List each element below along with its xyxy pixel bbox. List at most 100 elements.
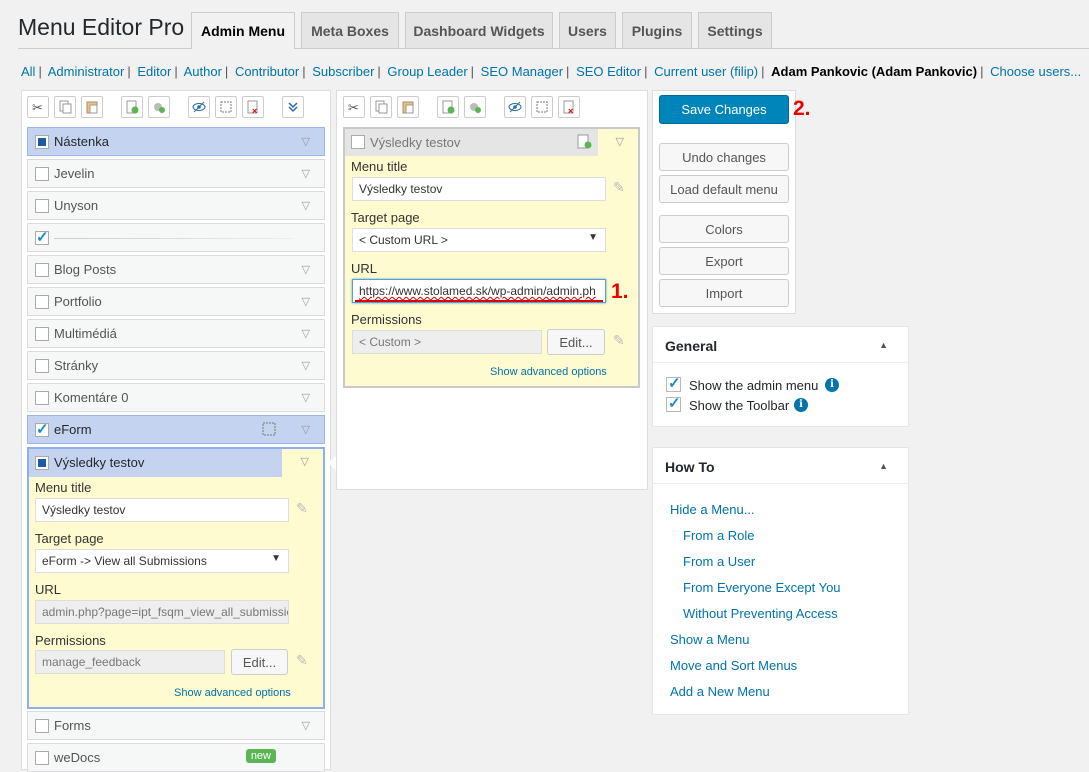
select-all-icon[interactable] — [215, 96, 237, 118]
menu-item-checkbox[interactable] — [35, 359, 49, 373]
howto-link-from-role[interactable]: From a Role — [683, 528, 755, 543]
menu-item-checkbox[interactable] — [35, 327, 49, 341]
menu-item-unyson[interactable]: Unyson ▽ — [27, 191, 325, 220]
hide-icon[interactable] — [188, 96, 210, 118]
new-menu-icon[interactable] — [437, 96, 459, 118]
menu-item-checkbox[interactable] — [35, 167, 49, 181]
collapse-arrow-icon[interactable]: ▲ — [879, 340, 888, 350]
expand-triangle-icon[interactable]: ▽ — [302, 327, 310, 340]
copy-icon[interactable] — [370, 96, 392, 118]
menu-item-jevelin[interactable]: Jevelin ▽ — [27, 159, 325, 188]
expand-triangle-icon[interactable]: ▽ — [302, 167, 310, 180]
new-menu-icon[interactable] — [121, 96, 143, 118]
howto-link-move-sort[interactable]: Move and Sort Menus — [670, 658, 797, 673]
howto-link-show-menu[interactable]: Show a Menu — [670, 632, 750, 647]
menu-item-eform[interactable]: eForm ▽ — [27, 415, 325, 444]
target-page-select[interactable]: < Custom URL > ▼ — [352, 228, 606, 252]
menu-item-checkbox[interactable] — [35, 295, 49, 309]
tab-settings[interactable]: Settings — [698, 12, 772, 48]
delete-icon[interactable]: × — [558, 96, 580, 118]
menu-item-wedocs[interactable]: weDocs new — [27, 743, 325, 772]
expand-triangle-icon[interactable]: ▽ — [302, 199, 310, 212]
expand-triangle-icon[interactable]: ▽ — [302, 359, 310, 372]
permissions-input[interactable]: manage_feedback — [35, 650, 225, 674]
save-changes-button[interactable]: Save Changes — [659, 95, 789, 124]
pencil-icon[interactable]: ✎ — [613, 179, 625, 196]
expand-triangle-icon[interactable]: ▽ — [302, 135, 310, 148]
new-separator-icon[interactable] — [464, 96, 486, 118]
tab-meta-boxes[interactable]: Meta Boxes — [301, 12, 399, 48]
pencil-icon[interactable]: ✎ — [613, 332, 625, 349]
menu-item-checkbox[interactable] — [35, 228, 49, 246]
role-selected-user[interactable]: Adam Pankovic (Adam Pankovic) — [771, 64, 977, 79]
tab-users[interactable]: Users — [559, 12, 616, 48]
new-separator-icon[interactable] — [148, 96, 170, 118]
tab-dashboard-widgets[interactable]: Dashboard Widgets — [405, 12, 553, 48]
show-admin-menu-checkbox[interactable] — [666, 374, 681, 392]
menu-item-checkbox[interactable] — [35, 456, 49, 470]
cut-icon[interactable]: ✂ — [343, 96, 365, 118]
menu-title-input[interactable]: Výsledky testov — [352, 177, 606, 201]
expand-triangle-icon[interactable]: ▽ — [302, 423, 310, 436]
expand-triangle-icon[interactable]: ▽ — [302, 263, 310, 276]
choose-users-link[interactable]: Choose users... — [990, 64, 1081, 79]
howto-link-from-everyone[interactable]: From Everyone Except You — [683, 580, 841, 595]
role-contributor[interactable]: Contributor — [235, 64, 299, 79]
menu-item-checkbox[interactable] — [35, 263, 49, 277]
menu-item-checkbox[interactable] — [35, 420, 49, 438]
load-default-menu-button[interactable]: Load default menu — [659, 175, 789, 203]
target-page-select[interactable]: eForm -> View all Submissions ▼ — [35, 549, 289, 573]
edit-permissions-button[interactable]: Edit... — [547, 329, 605, 355]
role-seo-manager[interactable]: SEO Manager — [481, 64, 563, 79]
info-icon[interactable]: i — [794, 398, 808, 412]
export-button[interactable]: Export — [659, 247, 789, 275]
copy-icon[interactable] — [54, 96, 76, 118]
info-icon[interactable]: i — [825, 378, 839, 392]
menu-item-forms[interactable]: Forms ▽ — [27, 711, 325, 740]
pencil-icon[interactable]: ✎ — [296, 652, 308, 669]
howto-link-without-preventing[interactable]: Without Preventing Access — [683, 606, 838, 621]
collapse-triangle-icon[interactable]: ▽ — [616, 135, 624, 148]
howto-link-hide-menu[interactable]: Hide a Menu... — [670, 502, 755, 517]
role-subscriber[interactable]: Subscriber — [312, 64, 374, 79]
expand-triangle-icon[interactable]: ▽ — [302, 295, 310, 308]
paste-icon[interactable] — [397, 96, 419, 118]
role-editor[interactable]: Editor — [137, 64, 171, 79]
tab-plugins[interactable]: Plugins — [622, 12, 692, 48]
menu-item-checkbox[interactable] — [35, 391, 49, 405]
collapse-triangle-icon[interactable]: ▽ — [301, 455, 309, 468]
menu-item-checkbox[interactable] — [35, 199, 49, 213]
cut-icon[interactable]: ✂ — [27, 96, 49, 118]
expand-triangle-icon[interactable]: ▽ — [302, 391, 310, 404]
role-group-leader[interactable]: Group Leader — [387, 64, 467, 79]
menu-item-checkbox[interactable] — [35, 719, 49, 733]
menu-item-nastenka[interactable]: Nástenka ▽ — [27, 127, 325, 156]
show-toolbar-checkbox[interactable] — [666, 394, 681, 412]
tab-admin-menu[interactable]: Admin Menu — [191, 12, 295, 49]
menu-item-blog-posts[interactable]: Blog Posts ▽ — [27, 255, 325, 284]
role-all[interactable]: All — [21, 64, 35, 79]
hide-icon[interactable] — [504, 96, 526, 118]
url-input[interactable]: admin.php?page=ipt_fsqm_view_all_submiss… — [35, 600, 289, 624]
menu-item-separator[interactable] — [27, 223, 325, 252]
expand-triangle-icon[interactable]: ▽ — [302, 719, 310, 732]
menu-item-portfolio[interactable]: Portfolio ▽ — [27, 287, 325, 316]
collapse-arrow-icon[interactable]: ▲ — [879, 461, 888, 471]
howto-link-from-user[interactable]: From a User — [683, 554, 755, 569]
import-button[interactable]: Import — [659, 279, 789, 307]
menu-item-stranky[interactable]: Stránky ▽ — [27, 351, 325, 380]
howto-link-add-menu[interactable]: Add a New Menu — [670, 684, 770, 699]
role-current-user[interactable]: Current user (filip) — [654, 64, 758, 79]
menu-title-input[interactable]: Výsledky testov — [35, 498, 289, 522]
permissions-input[interactable]: < Custom > — [352, 330, 542, 354]
menu-item-checkbox[interactable] — [35, 135, 49, 149]
submenu-checkbox[interactable] — [351, 135, 365, 149]
colors-button[interactable]: Colors — [659, 215, 789, 243]
pencil-icon[interactable]: ✎ — [296, 500, 308, 517]
sort-icon[interactable] — [282, 96, 304, 118]
menu-item-multimedia[interactable]: Multimédiá ▽ — [27, 319, 325, 348]
role-author[interactable]: Author — [184, 64, 222, 79]
menu-item-komentare[interactable]: Komentáre 0 ▽ — [27, 383, 325, 412]
paste-icon[interactable] — [81, 96, 103, 118]
select-all-icon[interactable] — [531, 96, 553, 118]
